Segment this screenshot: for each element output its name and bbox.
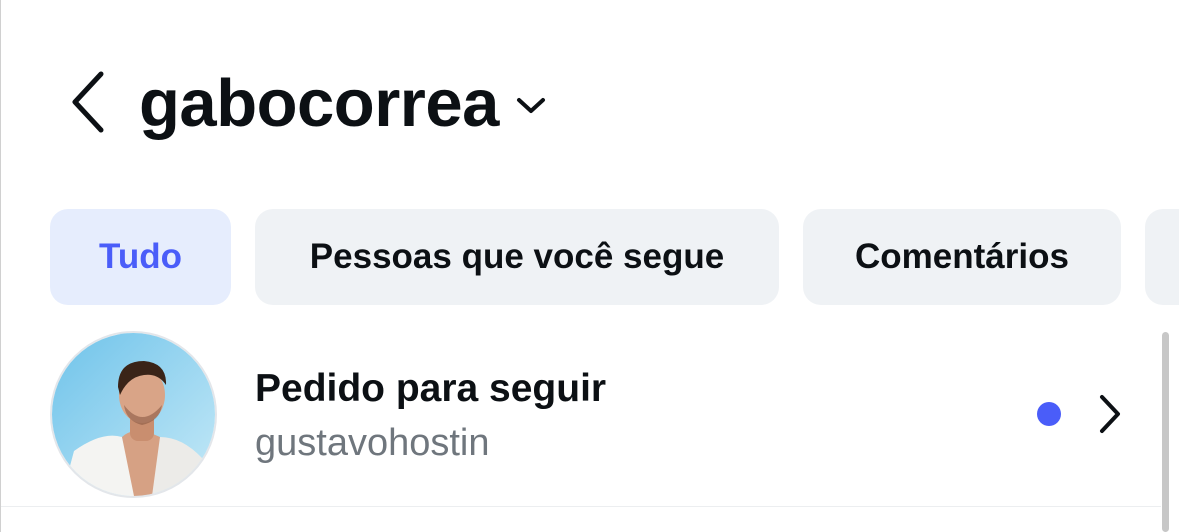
unread-indicator <box>1037 402 1061 426</box>
notification-row-follow-request[interactable]: Pedido para seguir gustavohostin <box>1 330 1161 506</box>
scrollbar[interactable] <box>1162 332 1169 532</box>
filter-chip-pessoas-que-voce-segue[interactable]: Pessoas que você segue <box>255 209 779 305</box>
account-switcher[interactable]: gabocorrea <box>139 58 547 148</box>
filter-chip-label: Comentários <box>855 237 1069 276</box>
notification-title: Pedido para seguir <box>255 367 607 410</box>
chevron-right-icon[interactable] <box>1095 392 1125 436</box>
chevron-left-icon <box>72 71 104 133</box>
filter-chip-label: Tudo <box>99 237 182 276</box>
row-divider <box>1 506 1161 507</box>
filter-chip-tudo[interactable]: Tudo <box>50 209 231 305</box>
filter-chip-label: Pessoas que você segue <box>309 237 725 276</box>
avatar[interactable] <box>50 331 217 498</box>
notification-username: gustavohostin <box>255 422 490 464</box>
chevron-down-icon <box>515 96 547 116</box>
filter-chip-overflow[interactable] <box>1145 209 1179 305</box>
filter-chip-comentarios[interactable]: Comentários <box>803 209 1121 305</box>
notifications-screen: gabocorrea Tudo Pessoas que você segue C… <box>0 0 1179 532</box>
page-title: gabocorrea <box>139 65 499 141</box>
back-button[interactable] <box>59 64 115 140</box>
avatar-image <box>52 333 215 496</box>
